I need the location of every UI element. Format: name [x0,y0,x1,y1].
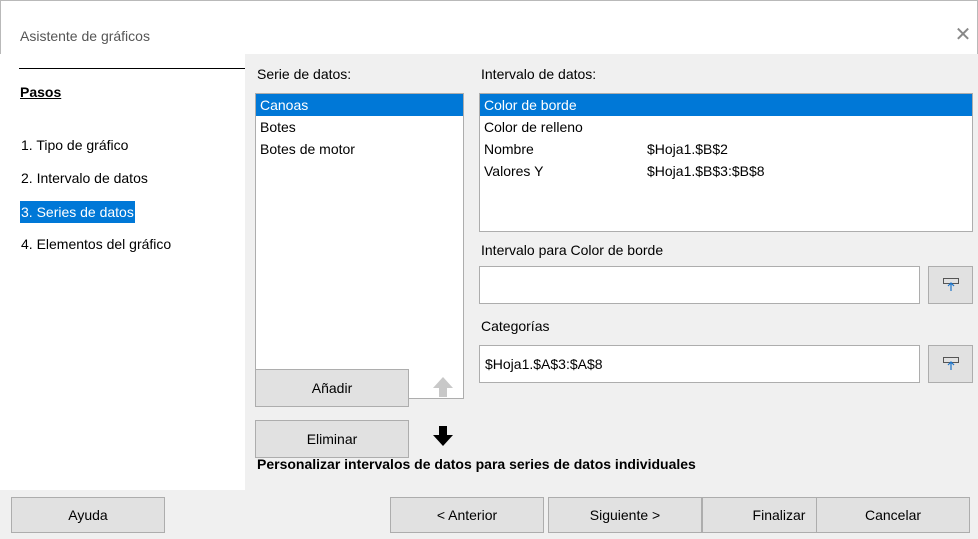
series-item[interactable]: Botes [256,116,463,138]
select-range-button[interactable] [928,345,973,383]
series-item[interactable]: Canoas [256,94,463,116]
shrink-icon [943,357,959,370]
steps-panel: Pasos 1. Tipo de gráfico 2. Intervalo de… [0,54,246,490]
step-data-range[interactable]: 2. Intervalo de datos [20,167,149,189]
data-range-role: Valores Y [484,163,544,179]
back-button[interactable]: < Anterior [390,497,544,533]
shrink-icon [943,278,959,291]
data-range-listbox[interactable]: Color de borde Color de relleno Nombre $… [479,93,973,232]
series-item[interactable]: Botes de motor [256,138,463,160]
categories-input[interactable]: $Hoja1.$A$3:$A$8 [479,345,920,383]
title-bar: Asistente de gráficos ✕ [0,0,978,54]
series-label: Serie de datos: [257,66,352,82]
data-range-value: $Hoja1.$B$2 [647,141,728,157]
cancel-button[interactable]: Cancelar [816,497,970,533]
button-bar: Ayuda < Anterior Siguiente > Finalizar C… [0,490,978,539]
series-listbox[interactable]: Canoas Botes Botes de motor [255,93,464,399]
data-range-row[interactable]: Valores Y $Hoja1.$B$3:$B$8 [480,160,972,182]
content-panel: Serie de datos: Canoas Botes Botes de mo… [245,54,978,490]
border-range-input[interactable] [479,266,920,304]
add-series-button[interactable]: Añadir [255,369,409,407]
data-range-role: Color de relleno [484,119,583,135]
data-range-row[interactable]: Nombre $Hoja1.$B$2 [480,138,972,160]
select-range-button[interactable] [928,266,973,304]
step-data-series[interactable]: 3. Series de datos [20,201,135,223]
data-range-role: Color de borde [484,97,577,113]
help-button[interactable]: Ayuda [11,497,165,533]
data-range-label: Intervalo de datos: [481,66,597,82]
border-range-label: Intervalo para Color de borde [481,242,664,258]
step-chart-type[interactable]: 1. Tipo de gráfico [20,134,129,156]
close-button[interactable]: ✕ [951,25,975,49]
data-range-row[interactable]: Color de borde [480,94,972,116]
data-range-role: Nombre [484,141,534,157]
arrow-up-icon[interactable] [431,375,455,399]
data-range-value: $Hoja1.$B$3:$B$8 [647,163,765,179]
remove-series-button[interactable]: Eliminar [255,420,409,458]
hint-text: Personalizar intervalos de datos para se… [257,456,696,472]
categories-label: Categorías [481,318,550,334]
next-button[interactable]: Siguiente > [548,497,702,533]
step-chart-elements[interactable]: 4. Elementos del gráfico [20,233,172,255]
steps-divider [19,68,246,69]
data-range-row[interactable]: Color de relleno [480,116,972,138]
arrow-down-icon[interactable] [431,424,455,448]
steps-heading: Pasos [20,84,62,100]
window-title: Asistente de gráficos [20,28,150,44]
